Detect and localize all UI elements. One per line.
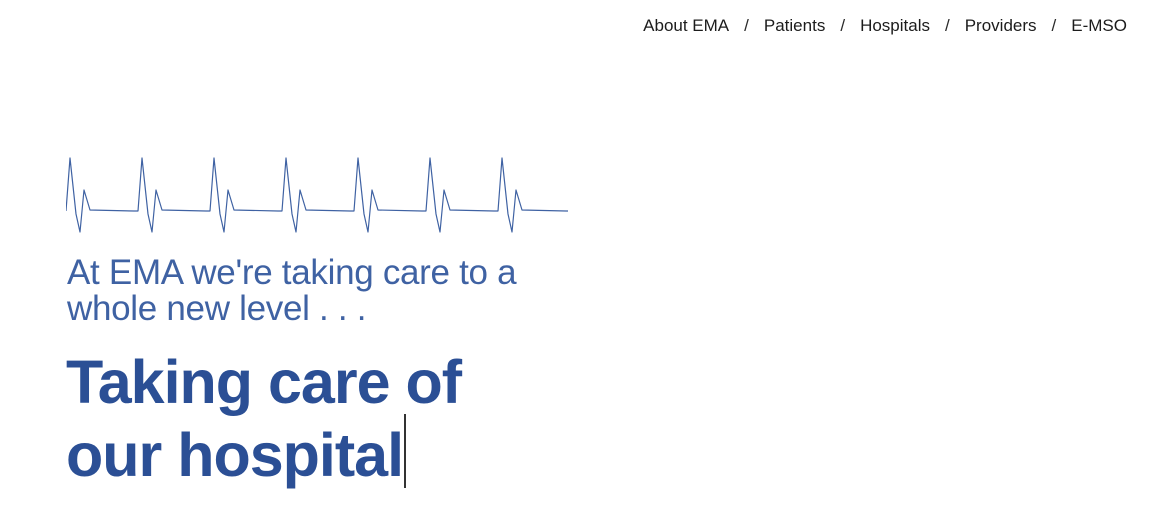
nav-link-about-ema[interactable]: About EMA <box>643 14 729 38</box>
nav-link-providers[interactable]: Providers <box>965 14 1037 38</box>
heartbeat-line-icon <box>66 157 568 233</box>
nav-link-hospitals[interactable]: Hospitals <box>860 14 930 38</box>
hero-tagline-line2: whole new level . . . <box>67 289 367 328</box>
hero-headline-line1: Taking care of <box>66 348 462 416</box>
text-caret <box>404 414 407 488</box>
nav-separator: / <box>1051 16 1057 35</box>
top-navigation: About EMA / Patients / Hospitals / Provi… <box>643 14 1127 38</box>
nav-link-patients[interactable]: Patients <box>764 14 825 38</box>
hero-headline: Taking care of our hospital <box>66 350 626 488</box>
nav-separator: / <box>840 16 846 35</box>
hero-tagline: At EMA we're taking care to a whole new … <box>67 255 587 327</box>
nav-separator: / <box>744 16 749 35</box>
nav-link-e-mso[interactable]: E-MSO <box>1071 14 1127 38</box>
nav-separator: / <box>944 16 950 35</box>
hero-tagline-line1: At EMA we're taking care to a <box>67 253 517 292</box>
hero-headline-line2: our hospital <box>66 421 404 489</box>
